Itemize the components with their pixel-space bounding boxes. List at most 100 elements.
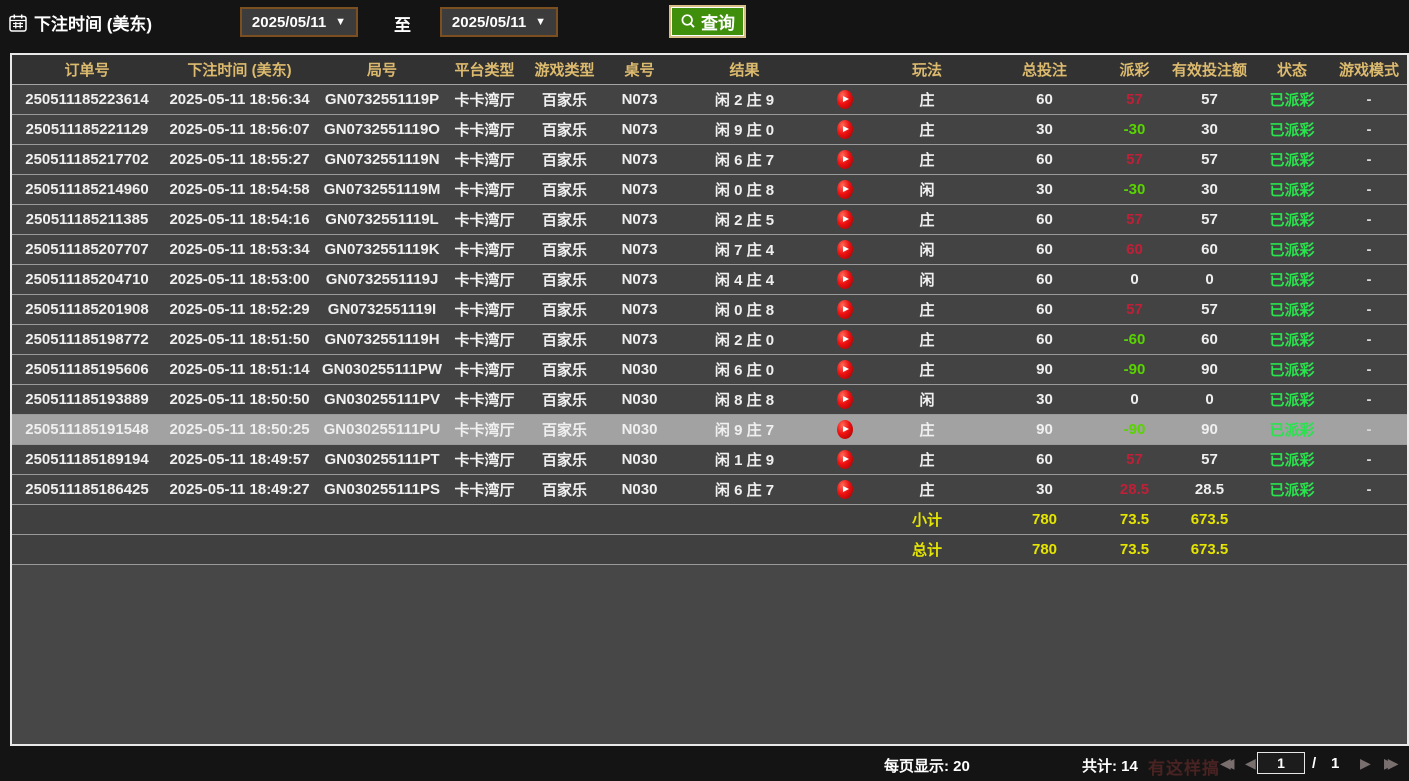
- cell-total-bet: 90: [982, 414, 1107, 444]
- cell-table-no: N073: [607, 264, 672, 294]
- cell-video: [817, 234, 872, 264]
- play-video-icon[interactable]: [837, 270, 853, 289]
- subtotal-payout: 73.5: [1107, 504, 1162, 534]
- play-video-icon[interactable]: [837, 450, 853, 469]
- table-row[interactable]: 250511185193889 2025-05-11 18:50:50 GN03…: [12, 384, 1409, 414]
- play-video-icon[interactable]: [837, 180, 853, 199]
- total-count-label: 共计: 14: [1082, 755, 1138, 776]
- total-label: 总计: [872, 534, 982, 564]
- play-video-icon[interactable]: [837, 330, 853, 349]
- cell-round-id: GN0732551119L: [317, 204, 447, 234]
- play-video-icon[interactable]: [837, 480, 853, 499]
- query-button[interactable]: 查询: [669, 5, 746, 38]
- cell-payout: -30: [1107, 114, 1162, 144]
- caret-down-icon: ▼: [335, 16, 346, 28]
- date-to-select[interactable]: 2025/05/11 ▼: [440, 7, 558, 37]
- cell-order: 250511185223614: [12, 84, 162, 114]
- page-input[interactable]: [1257, 752, 1305, 774]
- last-page-button[interactable]: ▶▶: [1384, 755, 1399, 771]
- play-video-icon[interactable]: [837, 420, 853, 439]
- cell-status: 已派彩: [1257, 264, 1327, 294]
- table-row[interactable]: 250511185189194 2025-05-11 18:49:57 GN03…: [12, 444, 1409, 474]
- cell-table-no: N030: [607, 354, 672, 384]
- play-video-icon[interactable]: [837, 150, 853, 169]
- cell-game-type: 百家乐: [522, 324, 607, 354]
- date-from-select[interactable]: 2025/05/11 ▼: [240, 7, 358, 37]
- table-row[interactable]: 250511185204710 2025-05-11 18:53:00 GN07…: [12, 264, 1409, 294]
- cell-total-bet: 60: [982, 144, 1107, 174]
- cell-total-bet: 60: [982, 264, 1107, 294]
- cell-game-type: 百家乐: [522, 144, 607, 174]
- cell-bet-time: 2025-05-11 18:50:25: [162, 414, 317, 444]
- cell-platform: 卡卡湾厅: [447, 114, 522, 144]
- cell-table-no: N073: [607, 174, 672, 204]
- table-row[interactable]: 250511185186425 2025-05-11 18:49:27 GN03…: [12, 474, 1409, 504]
- cell-result: 闲 0 庄 8: [672, 174, 817, 204]
- total-count-value: 14: [1121, 758, 1138, 775]
- cell-bet-time: 2025-05-11 18:52:29: [162, 294, 317, 324]
- table-row[interactable]: 250511185195606 2025-05-11 18:51:14 GN03…: [12, 354, 1409, 384]
- table-row[interactable]: 250511185221129 2025-05-11 18:56:07 GN07…: [12, 114, 1409, 144]
- cell-valid-bet: 60: [1162, 234, 1257, 264]
- cell-valid-bet: 60: [1162, 324, 1257, 354]
- cell-valid-bet: 57: [1162, 444, 1257, 474]
- cell-payout: 57: [1107, 444, 1162, 474]
- cell-status: 已派彩: [1257, 354, 1327, 384]
- cell-bet-time: 2025-05-11 18:51:50: [162, 324, 317, 354]
- cell-payout: 57: [1107, 294, 1162, 324]
- play-video-icon[interactable]: [837, 120, 853, 139]
- prev-page-button[interactable]: ◀: [1245, 755, 1256, 771]
- cell-total-bet: 90: [982, 354, 1107, 384]
- cell-game-type: 百家乐: [522, 84, 607, 114]
- cell-round-id: GN0732551119N: [317, 144, 447, 174]
- play-video-icon[interactable]: [837, 240, 853, 259]
- play-video-icon[interactable]: [837, 300, 853, 319]
- cell-game-mode: -: [1327, 324, 1409, 354]
- first-page-button[interactable]: ◀◀: [1220, 755, 1235, 771]
- cell-round-id: GN0732551119J: [317, 264, 447, 294]
- table-row[interactable]: 250511185223614 2025-05-11 18:56:34 GN07…: [12, 84, 1409, 114]
- cell-game-mode: -: [1327, 174, 1409, 204]
- play-video-icon[interactable]: [837, 210, 853, 229]
- table-row[interactable]: 250511185207707 2025-05-11 18:53:34 GN07…: [12, 234, 1409, 264]
- cell-game-mode: -: [1327, 114, 1409, 144]
- cell-order: 250511185211385: [12, 204, 162, 234]
- cell-play-type: 闲: [872, 234, 982, 264]
- table-row[interactable]: 250511185191548 2025-05-11 18:50:25 GN03…: [12, 414, 1409, 444]
- table-row[interactable]: 250511185214960 2025-05-11 18:54:58 GN07…: [12, 174, 1409, 204]
- cell-game-type: 百家乐: [522, 234, 607, 264]
- page-total: 1: [1331, 755, 1339, 772]
- cell-platform: 卡卡湾厅: [447, 144, 522, 174]
- table-row[interactable]: 250511185211385 2025-05-11 18:54:16 GN07…: [12, 204, 1409, 234]
- column-header: 玩法: [872, 55, 982, 84]
- cell-table-no: N073: [607, 84, 672, 114]
- cell-table-no: N073: [607, 144, 672, 174]
- cell-order: 250511185204710: [12, 264, 162, 294]
- cell-table-no: N073: [607, 114, 672, 144]
- cell-total-bet: 60: [982, 324, 1107, 354]
- play-video-icon[interactable]: [837, 390, 853, 409]
- play-video-icon[interactable]: [837, 90, 853, 109]
- cell-round-id: GN0732551119M: [317, 174, 447, 204]
- next-page-button[interactable]: ▶: [1360, 755, 1371, 771]
- cell-play-type: 庄: [872, 144, 982, 174]
- cell-table-no: N030: [607, 384, 672, 414]
- topbar: 下注时间 (美东) 2025/05/11 ▼ 至 2025/05/11 ▼ 查询: [0, 0, 1409, 46]
- cell-order: 250511185193889: [12, 384, 162, 414]
- table-row[interactable]: 250511185217702 2025-05-11 18:55:27 GN07…: [12, 144, 1409, 174]
- cell-valid-bet: 0: [1162, 384, 1257, 414]
- column-header: 结果: [672, 55, 817, 84]
- play-video-icon[interactable]: [837, 360, 853, 379]
- cell-bet-time: 2025-05-11 18:51:14: [162, 354, 317, 384]
- cell-game-type: 百家乐: [522, 474, 607, 504]
- cell-valid-bet: 30: [1162, 174, 1257, 204]
- cell-play-type: 闲: [872, 174, 982, 204]
- cell-video: [817, 294, 872, 324]
- query-button-label: 查询: [701, 9, 735, 34]
- table-row[interactable]: 250511185201908 2025-05-11 18:52:29 GN07…: [12, 294, 1409, 324]
- cell-game-mode: -: [1327, 204, 1409, 234]
- column-header: [817, 55, 872, 84]
- total-valid: 673.5: [1162, 534, 1257, 564]
- search-icon: [680, 13, 697, 30]
- table-row[interactable]: 250511185198772 2025-05-11 18:51:50 GN07…: [12, 324, 1409, 354]
